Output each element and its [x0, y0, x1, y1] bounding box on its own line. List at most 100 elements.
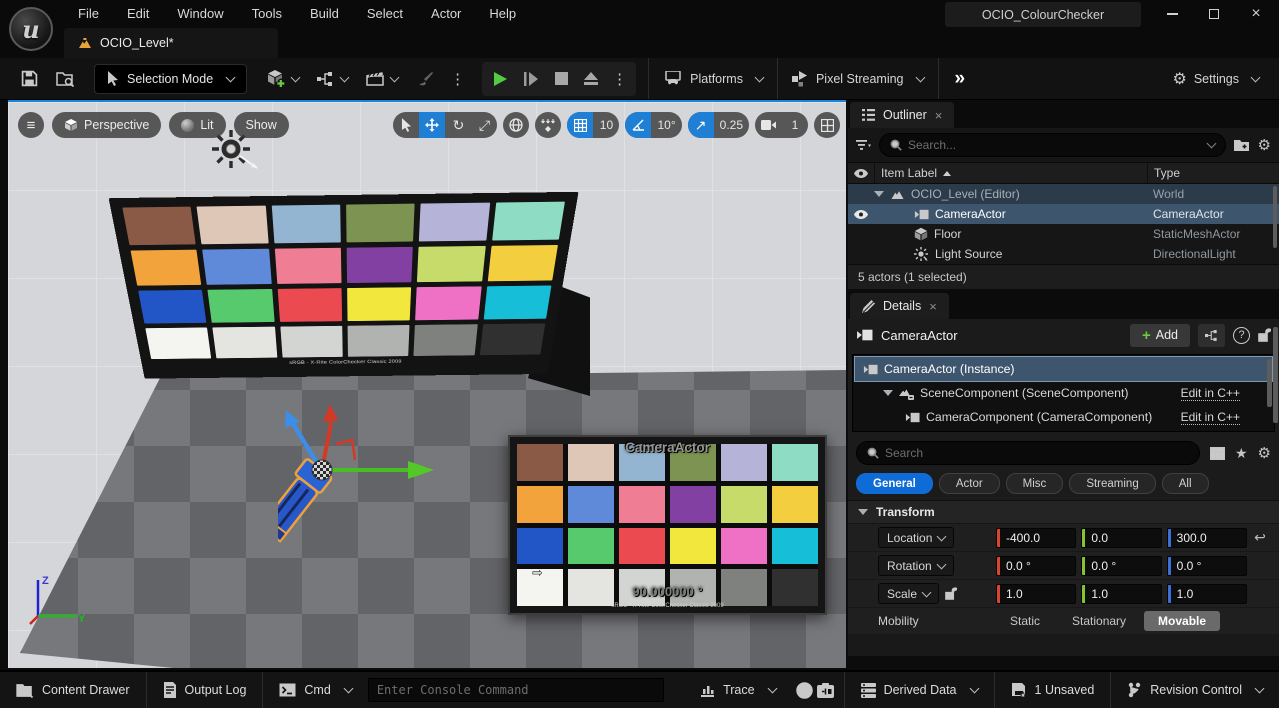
trace-dropdown[interactable]: Trace	[684, 672, 792, 708]
mobility-stationary[interactable]: Stationary	[1058, 611, 1140, 631]
mobility-movable[interactable]: Movable	[1144, 611, 1220, 631]
location-x-field[interactable]: -400.0	[996, 528, 1076, 548]
rotation-dropdown[interactable]: Rotation	[878, 555, 954, 576]
edit-in-cpp-link[interactable]: Edit in C++	[1181, 410, 1240, 425]
grid-snap-value[interactable]: 10	[593, 112, 619, 138]
unlock-icon[interactable]	[1258, 328, 1271, 342]
rotation-x-field[interactable]: 0.0 °	[996, 556, 1076, 576]
selection-mode-dropdown[interactable]: Selection Mode	[94, 64, 247, 94]
cinematics-button[interactable]	[359, 64, 405, 94]
play-options-kebab[interactable]: ⋮	[607, 70, 632, 88]
world-coordinate-button[interactable]	[503, 112, 529, 138]
select-tool-button[interactable]	[393, 112, 419, 138]
details-search[interactable]	[856, 441, 1200, 465]
translate-tool-button[interactable]	[419, 112, 445, 138]
rotation-snap-toggle[interactable]	[625, 112, 651, 138]
filter-icon[interactable]	[856, 140, 871, 151]
help-icon[interactable]: ?	[1233, 327, 1250, 344]
camera-speed-icon[interactable]	[755, 112, 782, 138]
add-component-button[interactable]: +Add	[1130, 324, 1190, 347]
details-tab[interactable]: Details ×	[850, 293, 949, 319]
outliner-tab[interactable]: Outliner ×	[850, 102, 954, 128]
component-tree-scrollbar[interactable]	[1267, 359, 1272, 407]
new-folder-icon[interactable]	[1234, 139, 1250, 152]
viewport[interactable]: sRGB - X-Rite ColorChecker Classic 2009 …	[8, 100, 846, 668]
minimize-button[interactable]	[1155, 2, 1189, 26]
toolbar-expand-button[interactable]: »	[943, 68, 978, 90]
favorites-star-icon[interactable]: ★	[1235, 445, 1248, 462]
rotation-z-field[interactable]: 0.0 °	[1167, 556, 1247, 576]
lit-dropdown[interactable]: Lit	[169, 112, 225, 138]
scale-tool-button[interactable]: ⤢	[471, 112, 497, 138]
details-tab-streaming[interactable]: Streaming	[1069, 473, 1155, 494]
outliner-column-header[interactable]: Item Label Type	[848, 162, 1279, 184]
component-row-0[interactable]: CameraActor (Instance)	[855, 357, 1272, 381]
outliner-row-light-source[interactable]: Light SourceDirectionalLight	[848, 244, 1279, 264]
outliner-search-input[interactable]	[908, 138, 1196, 152]
frame-skip-button[interactable]	[517, 65, 546, 93]
menu-actor[interactable]: Actor	[417, 0, 475, 28]
transform-section-header[interactable]: Transform	[848, 500, 1279, 524]
grid-snap-toggle[interactable]	[567, 112, 593, 138]
details-scrollbar[interactable]	[1273, 327, 1278, 423]
unreal-logo[interactable]: u	[9, 7, 53, 51]
screenshot-icon[interactable]	[817, 683, 834, 698]
outliner-search[interactable]	[879, 133, 1226, 157]
component-row-2[interactable]: CameraComponent (CameraComponent)Edit in…	[853, 405, 1274, 429]
scale-dropdown[interactable]: Scale	[878, 583, 939, 604]
content-drawer-button[interactable]: Content Drawer	[0, 672, 146, 708]
insights-record-icon[interactable]	[796, 682, 813, 699]
camera-preview-window[interactable]: CameraActor 90.000000 ° sRGB - X-Rite Co…	[508, 435, 827, 615]
location-y-field[interactable]: 0.0	[1081, 528, 1161, 548]
quad-view-button[interactable]	[814, 112, 840, 138]
edit-blueprint-button[interactable]	[1198, 324, 1225, 347]
outliner-settings-gear-icon[interactable]: ⚙	[1258, 136, 1271, 154]
details-close-icon[interactable]: ×	[929, 299, 937, 314]
edit-in-cpp-link[interactable]: Edit in C++	[1181, 386, 1240, 401]
details-tab-general[interactable]: General	[856, 473, 933, 494]
colorchecker-board[interactable]: sRGB - X-Rite ColorChecker Classic 2009	[109, 192, 579, 379]
outliner-close-icon[interactable]: ×	[935, 108, 943, 123]
expander-arrow-icon[interactable]	[874, 191, 884, 197]
details-search-input[interactable]	[885, 446, 1189, 460]
rotation-y-field[interactable]: 0.0 °	[1081, 556, 1161, 576]
menu-window[interactable]: Window	[163, 0, 237, 28]
camera-actor-gizmo[interactable]	[278, 402, 453, 592]
menu-edit[interactable]: Edit	[113, 0, 163, 28]
mobility-static[interactable]: Static	[996, 611, 1054, 631]
perspective-dropdown[interactable]: Perspective	[52, 112, 161, 138]
pixel-streaming-dropdown[interactable]: Pixel Streaming	[782, 64, 934, 94]
outliner-scrollbar[interactable]	[1273, 186, 1277, 248]
scale-x-field[interactable]: 1.0	[996, 584, 1076, 604]
details-tab-actor[interactable]: Actor	[939, 473, 1000, 494]
scale-unlock-icon[interactable]	[945, 587, 957, 600]
blueprints-button[interactable]	[310, 64, 355, 94]
platforms-dropdown[interactable]: Platforms	[653, 64, 773, 94]
rotate-tool-button[interactable]: ↻	[445, 112, 471, 138]
reset-to-default-button[interactable]: ↩	[1247, 529, 1273, 546]
stop-button[interactable]	[548, 65, 575, 93]
show-dropdown[interactable]: Show	[234, 112, 289, 138]
camera-speed-value[interactable]: 1	[782, 112, 808, 138]
viewport-menu-button[interactable]: ≡	[18, 112, 44, 138]
unsaved-button[interactable]: 1 Unsaved	[995, 672, 1111, 708]
scale-z-field[interactable]: 1.0	[1167, 584, 1247, 604]
modes-brush-button[interactable]	[409, 64, 441, 94]
console-command-input[interactable]	[368, 678, 664, 702]
eject-button[interactable]	[577, 65, 605, 93]
chevron-down-icon[interactable]	[1206, 139, 1216, 149]
scale-snap-value[interactable]: 0.25	[714, 112, 749, 138]
content-browser-button[interactable]	[49, 64, 82, 94]
surface-snapping-button[interactable]	[535, 112, 561, 138]
property-matrix-icon[interactable]	[1210, 447, 1225, 460]
save-button[interactable]	[14, 64, 45, 94]
type-column[interactable]: Type	[1147, 163, 1279, 183]
outliner-row-cameraactor[interactable]: CameraActorCameraActor	[848, 204, 1279, 224]
maximize-button[interactable]	[1197, 2, 1231, 26]
location-z-field[interactable]: 300.0	[1167, 528, 1247, 548]
toolbar-overflow-kebab[interactable]: ⋮	[445, 70, 470, 88]
cmd-dropdown[interactable]: Cmd	[263, 672, 367, 708]
menu-build[interactable]: Build	[296, 0, 353, 28]
component-row-1[interactable]: SceneComponent (SceneComponent)Edit in C…	[853, 381, 1274, 405]
close-button[interactable]: ×	[1239, 2, 1273, 26]
